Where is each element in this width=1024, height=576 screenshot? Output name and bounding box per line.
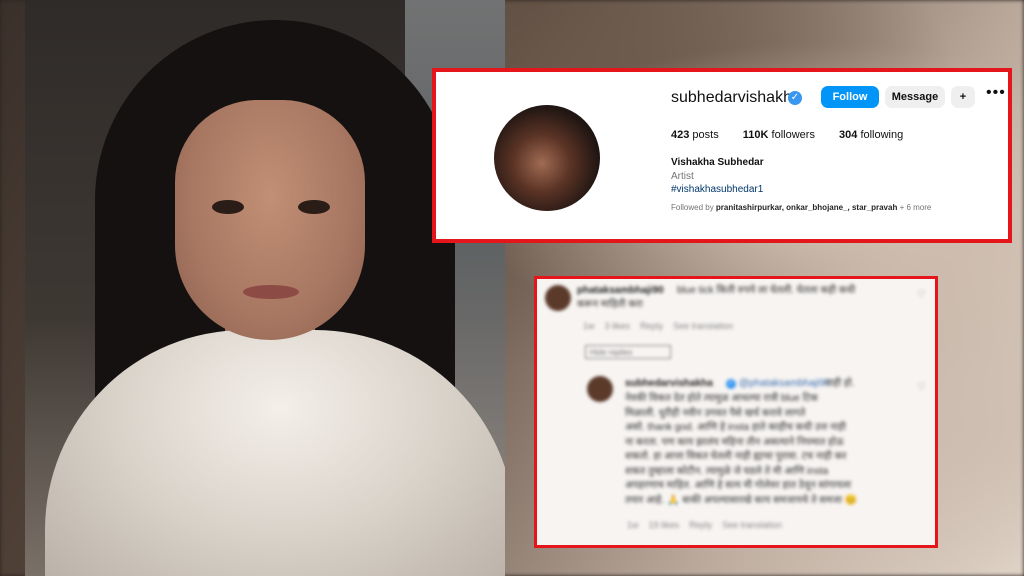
reply-verified-icon: ✓ <box>726 379 736 389</box>
profile-avatar[interactable] <box>494 105 600 211</box>
instagram-profile-card: subhedarvishakha ✓ Follow Message + ••• … <box>432 68 1012 243</box>
reply-avatar[interactable] <box>587 376 613 402</box>
reply-line: नाही हो. <box>825 378 855 389</box>
reply-username[interactable]: subhedarvishakha <box>625 378 713 389</box>
reply-time: 1w <box>627 520 639 530</box>
stat-followers[interactable]: 110K followers <box>743 129 815 141</box>
profile-hashtag-link[interactable]: #vishakhasubhedar1 <box>671 184 763 195</box>
add-user-icon[interactable]: + <box>951 86 975 108</box>
stat-posts[interactable]: 423 posts <box>671 129 719 141</box>
reply-line: शकत तुम्हाला कोटीन. त्यामुळे जे घडले ते … <box>625 465 829 477</box>
reply-see-translation[interactable]: See translation <box>722 520 782 530</box>
comment-meta: 1w 3 likes Reply See translation <box>583 321 733 331</box>
comment-see-translation[interactable]: See translation <box>673 321 733 331</box>
reply-line: नेवकी विकत देत होते त्यामुळ आधल्या रात्र… <box>625 393 818 404</box>
profile-display-name: Vishakha Subhedar <box>671 157 764 168</box>
followers-count: 110K <box>742 129 769 141</box>
photo-face <box>175 100 365 340</box>
following-count: 304 <box>839 129 858 141</box>
reply-line: अपहरणाच माहित. आणि हे सत्य मी गोलेवर हात… <box>625 480 852 491</box>
photo-eye-right <box>298 200 330 214</box>
followed-by-more: + 6 more <box>899 203 932 212</box>
posts-count: 423 <box>671 129 690 141</box>
comment-line: blue tick किती रुपये ला घेतली. घेतला कही… <box>677 285 856 296</box>
profile-username: subhedarvishakha <box>671 89 801 106</box>
comment-text-cont: करून माहिती करा <box>577 298 643 313</box>
comment-avatar[interactable] <box>545 285 571 311</box>
reply-line: शकतो. हा आत्ता विकत घेतली नाही ह्याचा पु… <box>625 451 847 462</box>
followers-label: followers <box>771 129 815 141</box>
reply-mention[interactable]: @phataksambhaji90 <box>739 377 830 392</box>
followed-by[interactable]: Followed by pranitashirpurkar, onkar_bho… <box>671 203 931 212</box>
comment-thread-card: phataksambhaji90 blue tick किती रुपये ला… <box>534 276 938 548</box>
hide-replies-button[interactable]: Hide replies <box>585 345 671 359</box>
blurred-comments: phataksambhaji90 blue tick किती रुपये ला… <box>537 279 935 545</box>
following-label: following <box>860 129 904 141</box>
comment-reply-link[interactable]: Reply <box>640 321 663 331</box>
comment-likes[interactable]: 3 likes <box>605 321 631 331</box>
profile-stats: 423 posts 110K followers 304 following <box>671 129 924 141</box>
profile-category: Artist <box>671 171 694 182</box>
comment-time: 1w <box>583 321 595 331</box>
reply-text-first: नाही हो. <box>825 377 855 392</box>
followed-by-names: pranitashirpurkar, onkar_bhojane_, star_… <box>715 203 898 212</box>
comment-text: blue tick किती रुपये ला घेतली. घेतला कही… <box>677 284 907 299</box>
reply-likes[interactable]: 19 likes <box>649 520 680 530</box>
more-options-icon[interactable]: ••• <box>986 84 1006 102</box>
comment-like-heart-icon[interactable]: ♡ <box>917 289 926 300</box>
posts-label: posts <box>692 129 719 141</box>
reply-line: तयार आहे. 🙏 बाकी अपल्यासारखे काय समजायचे… <box>625 494 858 506</box>
verified-badge-icon: ✓ <box>788 91 802 105</box>
reply-line: असो. thank god. आणि हे insta हाते काहीच … <box>625 422 846 433</box>
reply-line: ना करता. पण काय झालंय महिना तीन असत्याने… <box>625 436 844 448</box>
message-button[interactable]: Message <box>885 86 945 108</box>
follow-button[interactable]: Follow <box>821 86 879 108</box>
photo-eye-left <box>212 200 244 214</box>
comment-username[interactable]: phataksambhaji90 <box>577 285 664 296</box>
followed-by-prefix: Followed by <box>671 203 714 212</box>
comment-line: करून माहिती करा <box>577 299 643 310</box>
reply-meta: 1w 19 likes Reply See translation <box>627 520 782 530</box>
reply-reply-link[interactable]: Reply <box>689 520 712 530</box>
photo-mouth <box>243 285 299 299</box>
stat-following[interactable]: 304 following <box>839 129 903 141</box>
reply-line: मिळाली. धुरीही नवीन उगवत पैसे खर्च करावे… <box>625 407 806 419</box>
reply-text: नेवकी विकत देत होते त्यामुळ आधल्या रात्र… <box>625 392 925 508</box>
